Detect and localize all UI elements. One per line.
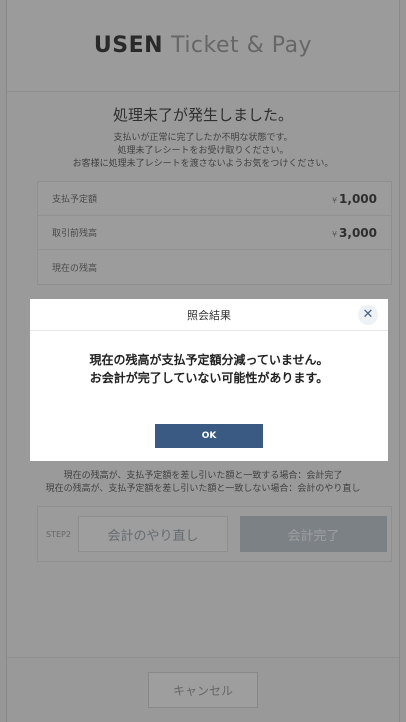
inquiry-result-dialog: 照会結果 ✕ 現在の残高が支払予定額分減っていません。 お会計が完了していない可… (30, 299, 388, 461)
dialog-header: 照会結果 ✕ (30, 299, 388, 331)
close-icon[interactable]: ✕ (358, 305, 378, 325)
dialog-message-line: お会計が完了していない可能性があります。 (89, 371, 329, 385)
dialog-title: 照会結果 (187, 308, 231, 322)
dialog-message: 現在の残高が支払予定額分減っていません。 お会計が完了していない可能性があります… (30, 351, 388, 387)
dialog-message-line: 現在の残高が支払予定額分減っていません。 (89, 353, 329, 367)
ok-button[interactable]: OK (155, 424, 263, 448)
